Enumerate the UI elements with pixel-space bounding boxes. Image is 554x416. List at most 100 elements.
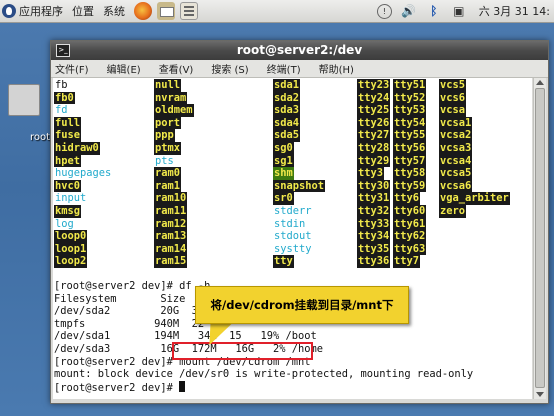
device-entry: tty26: [357, 116, 391, 130]
scroll-up-icon[interactable]: [536, 80, 544, 85]
menu-help[interactable]: 帮助(H): [319, 61, 354, 76]
device-entry: tty30: [357, 179, 391, 193]
device-entry: tty3: [357, 167, 385, 180]
volume-icon[interactable]: 🔊: [401, 3, 417, 19]
menubar: 文件(F) 编辑(E) 查看(V) 搜索 (S) 终端(T) 帮助(H): [51, 60, 548, 78]
device-entry: sda1: [273, 79, 301, 92]
device-entry: tty24: [357, 91, 391, 105]
device-entry: full: [54, 116, 82, 130]
menu-search[interactable]: 搜索 (S): [211, 61, 248, 76]
device-entry: fd: [55, 104, 68, 117]
device-entry: sda5: [273, 129, 301, 142]
device-entry: shm: [273, 167, 294, 180]
menu-edit[interactable]: 编辑(E): [107, 61, 141, 76]
system-menu[interactable]: 系统: [103, 3, 125, 19]
desktop-icon-label: root: [30, 132, 51, 143]
device-entry: fuse: [54, 129, 82, 142]
text-editor-icon[interactable]: [180, 2, 198, 20]
device-entry: pts: [155, 154, 174, 167]
device-entry: tty54: [393, 116, 427, 130]
device-entry: tty57: [393, 154, 427, 168]
device-entry: tty25: [357, 104, 391, 117]
device-entry: vcsa1: [439, 116, 473, 130]
device-entry: tty6: [393, 192, 421, 205]
terminal-window: >_ root@server2:/dev 文件(F) 编辑(E) 查看(V) 搜…: [50, 40, 549, 404]
panel-left: 应用程序 位置 系统: [2, 0, 203, 22]
applications-menu[interactable]: 应用程序: [2, 3, 63, 19]
annotation-text: 将/dev/cdrom挂载到目录/mnt下: [210, 298, 394, 312]
device-entry: vcs5: [439, 79, 467, 92]
scrollbar-thumb[interactable]: [535, 88, 545, 388]
device-entry: tty55: [393, 129, 427, 142]
prompt-line: [root@server2 dev]#: [53, 380, 532, 394]
device-entry: tty36: [357, 255, 391, 268]
device-entry: tty34: [357, 230, 391, 243]
menu-file[interactable]: 文件(F): [55, 61, 89, 76]
applications-menu-label: 应用程序: [19, 5, 63, 18]
terminal-output[interactable]: fb fb0 fd full fuse hidraw0 hpet hugepages hvc0 i…: [53, 78, 532, 399]
window-titlebar[interactable]: >_ root@server2:/dev: [51, 41, 548, 60]
device-entry: vga_arbiter: [439, 192, 510, 205]
places-menu-label: 位置: [72, 5, 94, 18]
mail-icon[interactable]: [157, 2, 175, 20]
mount-command-line: [root@server2 dev]# mount /dev/cdrom /mn…: [54, 355, 311, 368]
device-entry: hugepages: [55, 167, 112, 180]
device-entry: hpet: [54, 154, 82, 168]
device-entry: ram10: [154, 192, 188, 205]
device-entry: vcsa2: [439, 129, 473, 142]
gnome-foot-icon: [2, 4, 16, 18]
device-entry: tty62: [393, 230, 427, 243]
device-entry: zero: [439, 205, 467, 218]
terminal-line: mount: block device /dev/sr0 is write-pr…: [54, 368, 474, 381]
device-entry: hidraw0: [54, 142, 100, 155]
firefox-icon[interactable]: [134, 2, 152, 20]
device-entry: snapshot: [273, 179, 326, 193]
device-entry: vcs6: [439, 91, 467, 105]
device-entry: tty53: [393, 104, 427, 117]
top-panel: 应用程序 位置 系统 ! 🔊 ᛒ ▣ 六 3月 31 14:: [0, 0, 554, 23]
scrollbar[interactable]: [533, 78, 546, 399]
update-icon[interactable]: !: [376, 3, 392, 19]
places-menu[interactable]: 位置: [72, 3, 94, 19]
device-entry: ram1: [154, 179, 182, 193]
device-entry: stdin: [274, 217, 306, 230]
device-entry: ram13: [154, 230, 188, 243]
device-entry: tty51: [393, 79, 427, 92]
device-entry: ram11: [154, 205, 188, 218]
prompt-text: [root@server2 dev]#: [54, 381, 180, 394]
device-entry: systty: [274, 242, 312, 255]
device-entry: port: [154, 116, 182, 130]
clock[interactable]: 六 3月 31 14:: [479, 3, 550, 19]
device-entry: nvram: [154, 91, 188, 105]
device-entry: tty52: [393, 91, 427, 105]
device-entry: sda3: [273, 104, 301, 117]
device-entry: stdout: [274, 230, 312, 243]
device-entry: ram12: [154, 217, 188, 231]
device-entry: tty32: [357, 205, 391, 218]
terminal-line: /dev/sda1 194M 34M 15 19% /boot: [54, 330, 317, 343]
bluetooth-icon[interactable]: ᛒ: [426, 3, 442, 19]
device-entry: tty61: [393, 217, 427, 231]
system-menu-label: 系统: [103, 5, 125, 18]
device-entry: tty27: [357, 129, 391, 142]
device-entry: tty60: [393, 205, 427, 218]
panel-right: ! 🔊 ᛒ ▣ 六 3月 31 14:: [368, 0, 550, 22]
device-entry: vcsa: [439, 104, 467, 117]
device-entry: kmsg: [54, 205, 82, 218]
device-entry: tty7: [393, 255, 421, 268]
device-entry: sr0: [273, 192, 294, 205]
device-entry: fb0: [54, 91, 75, 105]
network-icon[interactable]: ▣: [451, 3, 467, 19]
device-entry: tty58: [393, 167, 427, 180]
scroll-down-icon[interactable]: [536, 392, 544, 397]
menu-view[interactable]: 查看(V): [159, 61, 194, 76]
computer-desktop-icon[interactable]: [8, 84, 40, 116]
device-entry: log: [55, 217, 74, 230]
window-title: root@server2:/dev: [236, 43, 363, 57]
device-entry: tty59: [393, 179, 427, 193]
menu-terminal[interactable]: 终端(T): [267, 61, 301, 76]
device-entry: vcsa6: [439, 179, 473, 193]
device-entry: ram15: [154, 255, 188, 268]
device-entry: oldmem: [154, 104, 194, 117]
device-entry: loop0: [54, 230, 88, 243]
